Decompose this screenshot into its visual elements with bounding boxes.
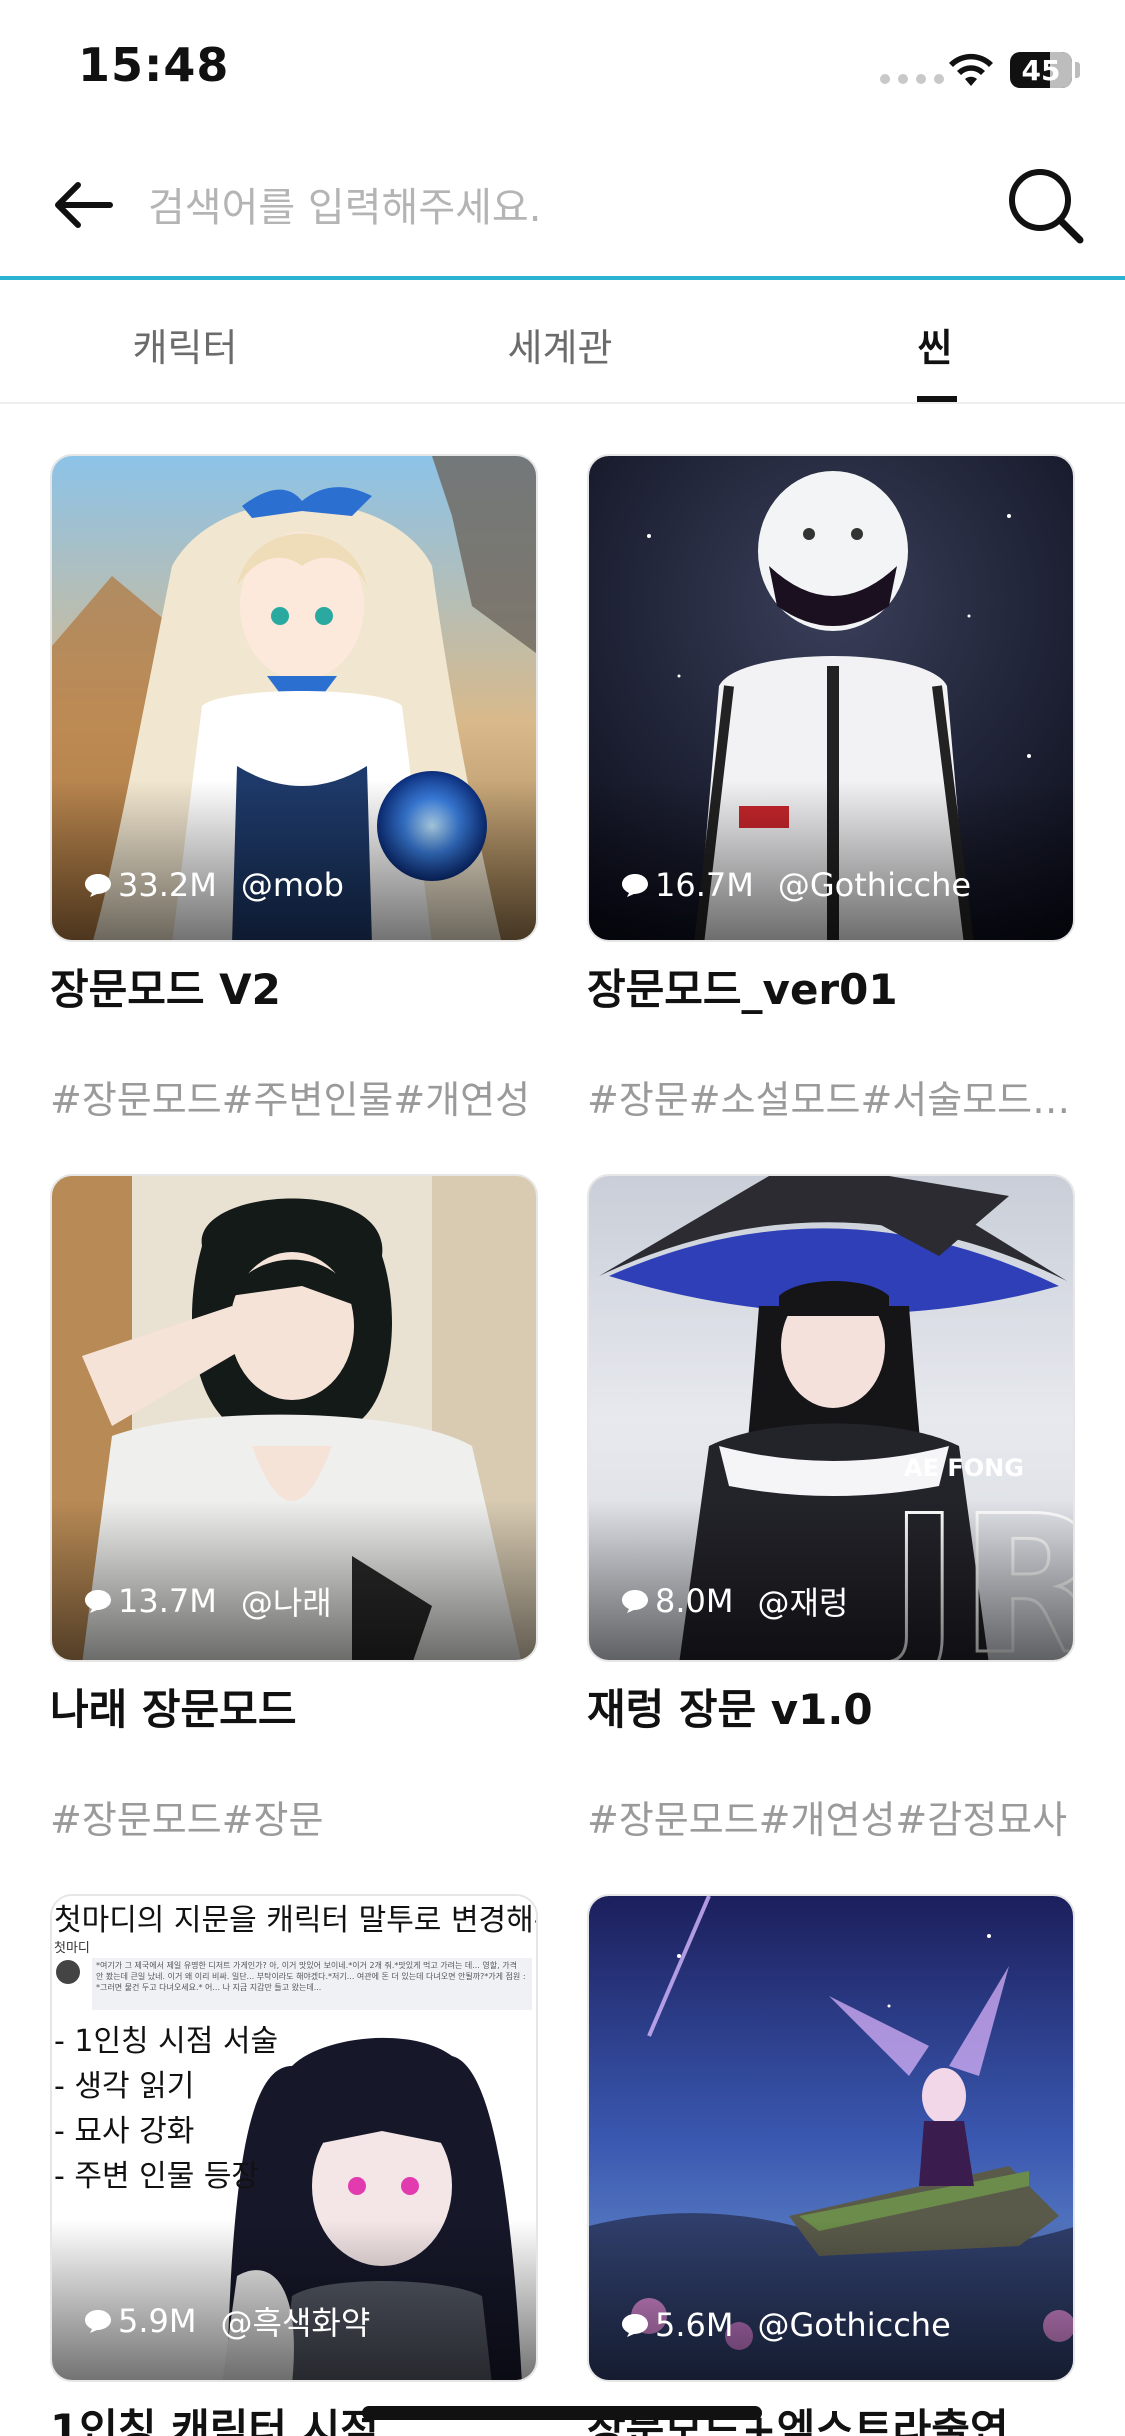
scene-card[interactable]: 16.7M @Gothicche 장문모드_ver01 #장문#소설모드#서술모… — [587, 454, 1075, 1124]
card-stats: 16.7M @Gothicche — [621, 866, 971, 904]
wifi-icon — [949, 53, 993, 86]
card-title: 장문모드 V2 — [50, 965, 281, 1014]
search-icon[interactable] — [1000, 160, 1090, 250]
card-title: 장문모드_ver01 — [587, 965, 898, 1014]
battery-icon: 45 — [1010, 52, 1072, 88]
cellular-signal-icon — [880, 74, 944, 84]
scene-card[interactable]: 33.2M @mob 장문모드 V2 #장문모드#주변인물#개연성 — [50, 454, 538, 1124]
chat-bubble-icon — [85, 874, 111, 897]
card-tags: #장문#소설모드#서술모드#장문모드 — [587, 1078, 1075, 1122]
author-handle[interactable]: @흑색화약 — [221, 2298, 371, 2344]
chat-count: 5.9M — [118, 2302, 197, 2340]
chat-count: 33.2M — [118, 866, 217, 904]
card-stats: 5.9M @흑색화약 — [84, 2298, 370, 2344]
chat-bubble-icon — [85, 2310, 111, 2333]
card-title: 나래 장문모드 — [50, 1685, 297, 1734]
home-indicator[interactable] — [362, 2406, 762, 2420]
thumb-point-1: - 1인칭 시점 서술 — [54, 2024, 278, 2059]
search-input[interactable] — [148, 168, 978, 248]
watermark-text: AE FONG — [904, 1454, 1024, 1482]
chat-bubble-icon — [85, 1590, 111, 1613]
author-handle[interactable]: @Gothicche — [758, 2306, 951, 2344]
card-thumbnail[interactable]: 33.2M @mob — [50, 454, 538, 942]
thumb-point-4: - 주변 인물 등장 — [54, 2159, 259, 2194]
status-time: 15:48 — [78, 38, 230, 92]
battery-tip — [1075, 62, 1080, 78]
card-title: 재렁 장문 v1.0 — [587, 1685, 873, 1734]
author-handle[interactable]: @나래 — [241, 1578, 332, 1624]
scene-card[interactable]: 5.6M @Gothicche 장문모드+엑스트라출연 — [587, 1894, 1075, 2436]
card-thumbnail[interactable]: 5.6M @Gothicche — [587, 1894, 1075, 2382]
card-stats: 33.2M @mob — [84, 866, 344, 904]
chat-bubble-icon — [622, 2314, 648, 2337]
tab-worldview[interactable]: 세계관 — [420, 284, 700, 404]
thumb-point-3: - 묘사 강화 — [54, 2114, 194, 2149]
thumb-headline: 첫마디의 지문을 캐릭터 말투로 변경해주세요! — [54, 1903, 538, 1938]
status-bar: 15:48 45 — [0, 0, 1125, 140]
card-tags: #장문모드#주변인물#개연성 — [50, 1078, 531, 1122]
scene-card[interactable]: 첫마디의 지문을 캐릭터 말투로 변경해주세요! 첫마디 *여기가 그 제국에서… — [50, 1894, 538, 2436]
chat-count: 8.0M — [655, 1582, 734, 1620]
thumb-point-2: - 생각 읽기 — [54, 2069, 194, 2104]
card-stats: 8.0M @재렁 — [621, 1578, 848, 1624]
scene-card[interactable]: 13.7M @나래 나래 장문모드 #장문모드#장문 — [50, 1174, 538, 1844]
card-stats: 13.7M @나래 — [84, 1578, 332, 1624]
thumb-subtitle: 첫마디 — [54, 1941, 90, 1956]
scene-card[interactable]: JR AE FONG 8.0M @재렁 재렁 장문 v1.0 #장문모드#개연성… — [587, 1174, 1075, 1844]
tab-active-indicator — [917, 396, 957, 402]
back-arrow-icon[interactable] — [48, 170, 118, 240]
chat-bubble-icon — [622, 874, 648, 897]
author-handle[interactable]: @Gothicche — [778, 866, 971, 904]
chat-count: 16.7M — [655, 866, 754, 904]
card-stats: 5.6M @Gothicche — [621, 2306, 951, 2344]
search-bar — [0, 140, 1125, 280]
card-tags: #장문모드#장문 — [50, 1798, 324, 1842]
chat-count: 5.6M — [655, 2306, 734, 2344]
author-handle[interactable]: @mob — [241, 866, 344, 904]
tab-character[interactable]: 캐릭터 — [45, 284, 325, 404]
thumb-chat-text: *여기가 그 제국에서 제일 유명한 디저트 가게인가? 아, 이거 맛있어 보… — [96, 1961, 526, 1992]
card-tags: #장문모드#개연성#감정묘사 — [587, 1798, 1068, 1842]
battery-level: 45 — [1021, 53, 1061, 87]
card-thumbnail[interactable]: 13.7M @나래 — [50, 1174, 538, 1662]
author-handle[interactable]: @재렁 — [758, 1578, 849, 1624]
card-thumbnail[interactable]: 16.7M @Gothicche — [587, 454, 1075, 942]
chat-bubble-icon — [622, 1590, 648, 1613]
chat-count: 13.7M — [118, 1582, 217, 1620]
card-thumbnail[interactable]: JR AE FONG 8.0M @재렁 — [587, 1174, 1075, 1662]
card-thumbnail[interactable]: 첫마디의 지문을 캐릭터 말투로 변경해주세요! 첫마디 *여기가 그 제국에서… — [50, 1894, 538, 2382]
tab-bar: 캐릭터 세계관 씬 — [0, 284, 1125, 404]
tab-scene[interactable]: 씬 — [870, 284, 1000, 404]
